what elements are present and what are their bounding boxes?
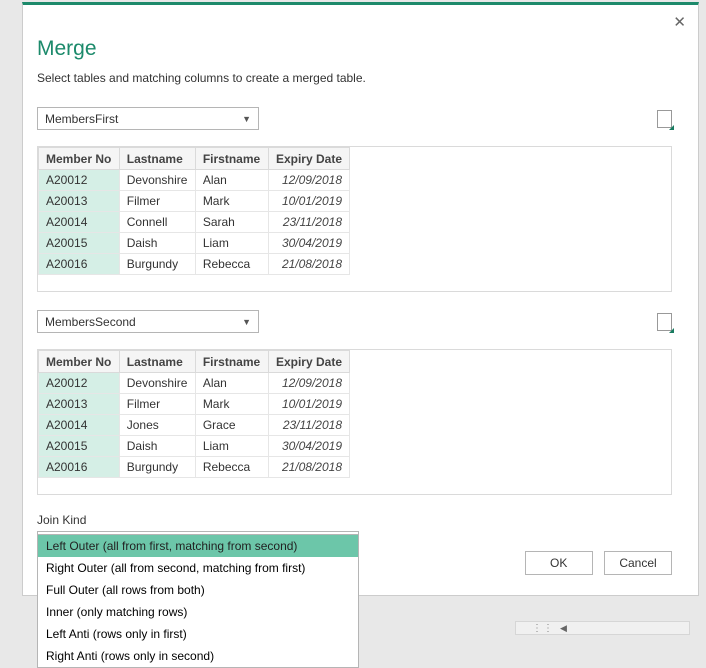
join-kind-dropdown: Left Outer (all from first, matching fro… bbox=[37, 534, 359, 668]
dialog-subtitle: Select tables and matching columns to cr… bbox=[37, 71, 672, 85]
join-option-left-anti[interactable]: Left Anti (rows only in first) bbox=[38, 623, 358, 645]
join-option-right-outer[interactable]: Right Outer (all from second, matching f… bbox=[38, 557, 358, 579]
col-header[interactable]: Lastname bbox=[119, 351, 195, 373]
cell-id: A20016 bbox=[39, 457, 120, 478]
col-header[interactable]: Firstname bbox=[195, 351, 268, 373]
cell-date: 12/09/2018 bbox=[268, 170, 349, 191]
table-row[interactable]: A20013FilmerMark10/01/2019 bbox=[39, 394, 350, 415]
join-option-left-outer[interactable]: Left Outer (all from first, matching fro… bbox=[38, 535, 358, 557]
join-option-inner[interactable]: Inner (only matching rows) bbox=[38, 601, 358, 623]
cell-last: Filmer bbox=[119, 394, 195, 415]
chevron-down-icon: ▼ bbox=[242, 317, 251, 327]
table-row[interactable]: A20012DevonshireAlan12/09/2018 bbox=[39, 170, 350, 191]
cell-last: Daish bbox=[119, 436, 195, 457]
table-row[interactable]: A20016BurgundyRebecca21/08/2018 bbox=[39, 457, 350, 478]
first-table-name: MembersFirst bbox=[45, 112, 118, 126]
scrollbar-grip-icon: ⋮⋮ bbox=[532, 623, 554, 634]
cell-date: 21/08/2018 bbox=[268, 457, 349, 478]
col-header[interactable]: Expiry Date bbox=[268, 148, 349, 170]
cell-date: 30/04/2019 bbox=[268, 233, 349, 254]
col-header[interactable]: Expiry Date bbox=[268, 351, 349, 373]
table-row[interactable]: A20012DevonshireAlan12/09/2018 bbox=[39, 373, 350, 394]
first-table-select[interactable]: MembersFirst ▼ bbox=[37, 107, 259, 130]
cell-first: Mark bbox=[195, 394, 268, 415]
col-header[interactable]: Member No bbox=[39, 148, 120, 170]
cell-first: Rebecca bbox=[195, 457, 268, 478]
chevron-down-icon: ▼ bbox=[242, 114, 251, 124]
cell-last: Devonshire bbox=[119, 170, 195, 191]
join-kind-label: Join Kind bbox=[37, 513, 672, 527]
cell-id: A20016 bbox=[39, 254, 120, 275]
cell-first: Liam bbox=[195, 436, 268, 457]
col-header[interactable]: Lastname bbox=[119, 148, 195, 170]
cell-last: Connell bbox=[119, 212, 195, 233]
scroll-left-icon[interactable]: ◀ bbox=[560, 623, 567, 634]
table-row[interactable]: A20016BurgundyRebecca21/08/2018 bbox=[39, 254, 350, 275]
cell-date: 12/09/2018 bbox=[268, 373, 349, 394]
cell-first: Grace bbox=[195, 415, 268, 436]
col-header[interactable]: Firstname bbox=[195, 148, 268, 170]
cell-first: Mark bbox=[195, 191, 268, 212]
second-table-name: MembersSecond bbox=[45, 315, 136, 329]
cell-last: Devonshire bbox=[119, 373, 195, 394]
cell-last: Burgundy bbox=[119, 457, 195, 478]
join-option-right-anti[interactable]: Right Anti (rows only in second) bbox=[38, 645, 358, 667]
cell-date: 23/11/2018 bbox=[268, 212, 349, 233]
cell-first: Liam bbox=[195, 233, 268, 254]
table-row[interactable]: A20015DaishLiam30/04/2019 bbox=[39, 436, 350, 457]
cell-first: Alan bbox=[195, 170, 268, 191]
horizontal-scrollbar[interactable]: ⋮⋮ ◀ bbox=[515, 621, 690, 635]
cell-date: 10/01/2019 bbox=[268, 394, 349, 415]
col-header[interactable]: Member No bbox=[39, 351, 120, 373]
cell-last: Jones bbox=[119, 415, 195, 436]
sheet-icon[interactable] bbox=[657, 313, 672, 331]
join-option-full-outer[interactable]: Full Outer (all rows from both) bbox=[38, 579, 358, 601]
cell-id: A20013 bbox=[39, 394, 120, 415]
cell-date: 23/11/2018 bbox=[268, 415, 349, 436]
table2-preview: Member No Lastname Firstname Expiry Date… bbox=[37, 349, 672, 495]
table-row[interactable]: A20015DaishLiam30/04/2019 bbox=[39, 233, 350, 254]
cell-id: A20015 bbox=[39, 436, 120, 457]
cell-date: 10/01/2019 bbox=[268, 191, 349, 212]
dialog-title: Merge bbox=[37, 37, 672, 61]
cell-first: Sarah bbox=[195, 212, 268, 233]
cell-last: Filmer bbox=[119, 191, 195, 212]
close-icon[interactable]: ✕ bbox=[673, 13, 686, 31]
second-table-select[interactable]: MembersSecond ▼ bbox=[37, 310, 259, 333]
ok-button[interactable]: OK bbox=[525, 551, 593, 575]
cell-id: A20012 bbox=[39, 170, 120, 191]
cancel-button[interactable]: Cancel bbox=[604, 551, 672, 575]
table1-preview: Member No Lastname Firstname Expiry Date… bbox=[37, 146, 672, 292]
cell-last: Burgundy bbox=[119, 254, 195, 275]
cell-id: A20012 bbox=[39, 373, 120, 394]
cell-id: A20015 bbox=[39, 233, 120, 254]
cell-id: A20014 bbox=[39, 415, 120, 436]
cell-id: A20014 bbox=[39, 212, 120, 233]
cell-id: A20013 bbox=[39, 191, 120, 212]
cell-date: 30/04/2019 bbox=[268, 436, 349, 457]
cell-first: Alan bbox=[195, 373, 268, 394]
cell-first: Rebecca bbox=[195, 254, 268, 275]
sheet-icon[interactable] bbox=[657, 110, 672, 128]
table-row[interactable]: A20014ConnellSarah23/11/2018 bbox=[39, 212, 350, 233]
cell-date: 21/08/2018 bbox=[268, 254, 349, 275]
merge-dialog: ✕ Merge Select tables and matching colum… bbox=[22, 2, 699, 596]
table-row[interactable]: A20014JonesGrace23/11/2018 bbox=[39, 415, 350, 436]
table-row[interactable]: A20013FilmerMark10/01/2019 bbox=[39, 191, 350, 212]
cell-last: Daish bbox=[119, 233, 195, 254]
